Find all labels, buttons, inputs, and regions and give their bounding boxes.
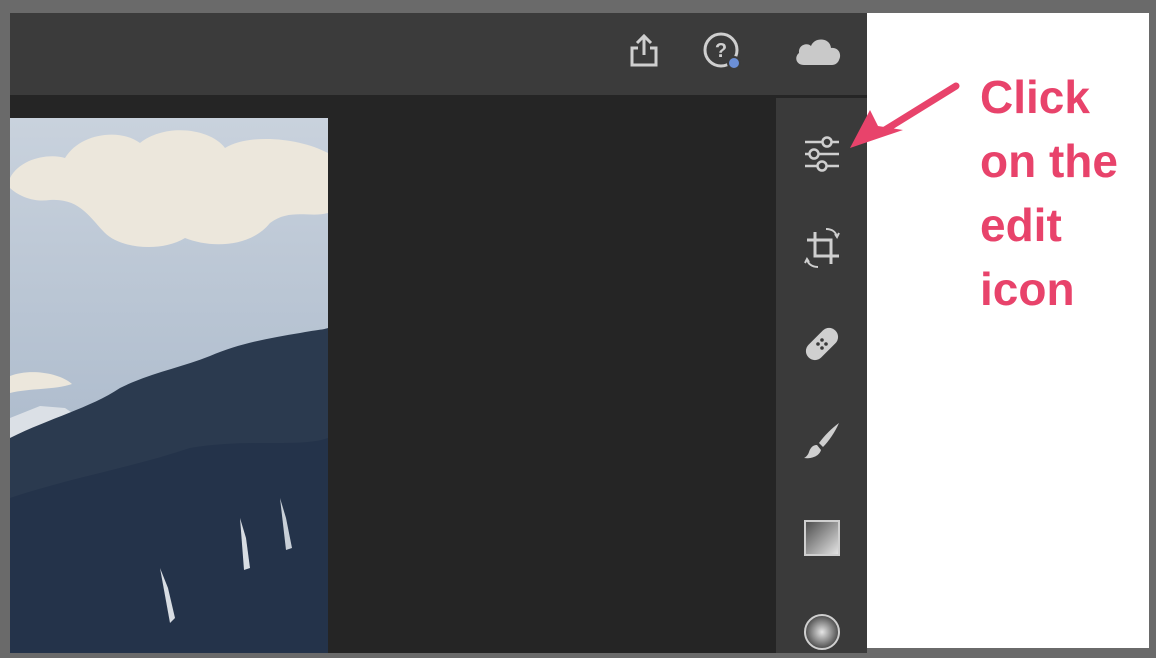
photo-canvas — [10, 118, 328, 653]
annotation-line: Click — [980, 71, 1090, 123]
annotation-line: on the — [980, 135, 1118, 187]
screenshot-frame: ? Click on the edit icon — [0, 0, 1156, 658]
help-icon[interactable]: ? — [702, 31, 742, 71]
annotation-text: Click on the edit icon — [980, 65, 1150, 321]
app-window: ? — [10, 13, 867, 653]
annotation-line: icon — [980, 263, 1075, 315]
notification-badge — [727, 56, 741, 70]
share-icon[interactable] — [624, 31, 664, 71]
annotation-line: edit — [980, 199, 1062, 251]
svg-text:?: ? — [715, 40, 727, 62]
edit-icon[interactable] — [798, 130, 846, 178]
healing-icon[interactable] — [798, 320, 846, 368]
cloud-icon[interactable] — [790, 31, 846, 71]
linear-gradient-icon[interactable] — [798, 514, 846, 562]
top-toolbar: ? — [10, 13, 867, 95]
radial-gradient-icon[interactable] — [798, 608, 846, 653]
brush-icon[interactable] — [798, 416, 846, 464]
crop-icon[interactable] — [798, 224, 846, 272]
annotation-arrow-icon — [850, 82, 960, 148]
edit-toolstrip — [776, 98, 867, 653]
